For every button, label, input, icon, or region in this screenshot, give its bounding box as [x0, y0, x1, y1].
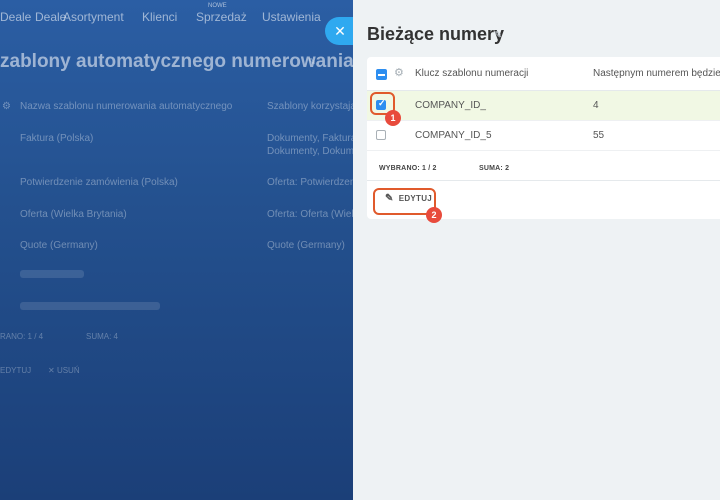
bg-row-name[interactable]: Potwierdzenie zamówienia (Polska) [20, 176, 178, 189]
sum-count: SUMA: 2 [479, 165, 510, 172]
blurred-row [20, 270, 84, 278]
pin-icon[interactable]: ✎ [494, 30, 502, 41]
bg-footer-sum: SUMA: 4 [86, 332, 119, 341]
table-row[interactable]: COMPANY_ID_ 4 [367, 91, 720, 121]
current-numbers-panel: Bieżące numery ✎ ⚙ Klucz szablonu numera… [353, 0, 720, 500]
bg-row-used: Dokumenty, Faktura Dokumenty, Dokum [267, 133, 357, 157]
row-next-number: 55 [593, 130, 605, 141]
pin-icon: ✎ [308, 57, 317, 68]
bg-row-name[interactable]: Faktura (Polska) [20, 132, 93, 145]
bg-header-name: Nazwa szablonu numerowania automatyczneg… [20, 101, 233, 112]
row-key: COMPANY_ID_ [415, 100, 486, 111]
bg-edit-action[interactable]: EDYTUJ [0, 366, 31, 375]
close-icon: ✕ [334, 22, 346, 39]
table-row[interactable]: COMPANY_ID_5 55 [367, 121, 720, 151]
row-next-number: 4 [593, 100, 599, 111]
row-key: COMPANY_ID_5 [415, 130, 492, 141]
nav-item-clients[interactable]: Klienci [142, 10, 177, 24]
bg-header-used: Szablony korzystające [267, 101, 367, 112]
panel-title: Bieżące numery [367, 24, 505, 44]
bg-delete-action[interactable]: ✕ USUŃ [48, 366, 80, 375]
gear-icon: ⚙ [2, 101, 11, 112]
bg-row-used: Oferta: Oferta (Wielk [267, 209, 359, 220]
select-all-checkbox[interactable] [376, 69, 387, 80]
row-checkbox[interactable] [376, 130, 386, 140]
nav-item-assortment[interactable]: Asortyment [63, 10, 124, 24]
new-badge: NOWE [208, 3, 227, 9]
annotation-badge: 2 [426, 207, 442, 223]
bg-row-name[interactable]: Oferta (Wielka Brytania) [20, 208, 127, 221]
column-header-key[interactable]: Klucz szablonu numeracji [415, 68, 528, 79]
blurred-row [20, 302, 160, 310]
annotation-badge: 1 [385, 110, 401, 126]
close-slider-button[interactable]: ✕ [325, 17, 355, 45]
bg-row-name[interactable]: Quote (Germany) [20, 239, 98, 252]
bg-footer-selected: RANO: 1 / 4 [0, 332, 44, 341]
nav-item-deals-partial[interactable]: Deale [0, 10, 31, 24]
divider [367, 180, 720, 181]
nav-item-deals[interactable]: Deale [35, 10, 66, 24]
gear-icon[interactable]: ⚙ [394, 66, 404, 79]
column-header-next[interactable]: Następnym numerem będzie [593, 68, 720, 79]
nav-item-settings[interactable]: Ustawienia [262, 10, 321, 24]
nav-item-sales[interactable]: Sprzedaż [196, 10, 247, 24]
bg-row-used: Quote (Germany) [267, 240, 345, 251]
selected-count: WYBRANO: 1 / 2 [379, 165, 437, 172]
table-header: ⚙ Klucz szablonu numeracji Następnym num… [367, 57, 720, 91]
bg-row-used: Oferta: Potwierdzeni [267, 177, 358, 188]
